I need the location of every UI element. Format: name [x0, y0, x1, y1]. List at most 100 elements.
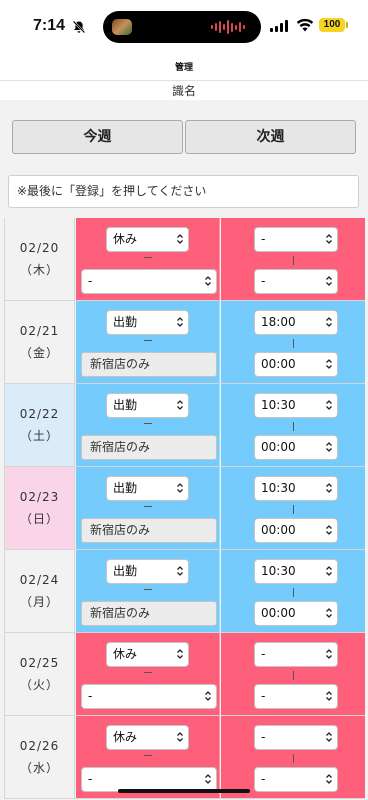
bell-muted-icon [72, 20, 86, 34]
store-value: - [88, 274, 93, 288]
start-time-value: 10:30 [261, 564, 296, 578]
status-select[interactable]: 休み [106, 642, 189, 667]
status-value: 出勤 [113, 315, 138, 329]
next-week-button[interactable]: 次週 [185, 120, 356, 154]
select-chevron-icon [326, 359, 332, 369]
time-cell: -- [221, 716, 365, 798]
end-time-value: - [261, 274, 266, 288]
date-cell: 02/21 （金） [4, 301, 75, 383]
clock: 7:14 [33, 17, 66, 34]
wifi-icon [296, 18, 314, 32]
status-select[interactable]: 出勤 [106, 476, 189, 501]
start-time-select[interactable]: - [254, 642, 338, 667]
separator-bar [293, 588, 294, 597]
select-chevron-icon [177, 234, 183, 244]
weekday-label: （日） [19, 512, 59, 526]
select-chevron-icon [205, 691, 211, 701]
end-time-value: 00:00 [261, 523, 296, 537]
select-chevron-icon [326, 525, 332, 535]
select-chevron-icon [326, 608, 332, 618]
select-chevron-icon [177, 400, 183, 410]
status-cell: 休み - [76, 218, 220, 300]
weekday-label: （月） [19, 595, 59, 609]
status-bar: 7:14 100 [0, 0, 368, 56]
end-time-value: 00:00 [261, 440, 296, 454]
select-chevron-icon [326, 276, 332, 286]
select-chevron-icon [326, 400, 332, 410]
select-chevron-icon [326, 442, 332, 452]
store-select[interactable]: - [81, 684, 217, 709]
status-select[interactable]: 出勤 [106, 310, 189, 335]
end-time-select[interactable]: 00:00 [254, 435, 338, 460]
end-time-select[interactable]: - [254, 684, 338, 709]
date-cell: 02/24 （月） [4, 550, 75, 632]
separator-bar [293, 754, 294, 763]
schedule-row: 02/22 （土） 出勤新宿店のみ 10:30 00:00 [4, 384, 365, 467]
end-time-value: 00:00 [261, 606, 296, 620]
select-chevron-icon [326, 774, 332, 784]
home-indicator [118, 789, 250, 793]
cellular-signal-icon [270, 20, 288, 32]
date-cell: 02/26 （水） [4, 716, 75, 798]
end-time-value: - [261, 772, 266, 786]
select-chevron-icon [326, 649, 332, 659]
time-cell: 10:30 00:00 [221, 384, 365, 466]
status-select[interactable]: 休み [106, 725, 189, 750]
instruction-notice: ※最後に「登録」を押してください [8, 175, 359, 208]
store-value: - [88, 772, 93, 786]
schedule-row: 02/26 （水） 休み - - - [4, 716, 365, 799]
status-value: 休み [113, 232, 138, 246]
select-chevron-icon [205, 276, 211, 286]
end-time-select[interactable]: 00:00 [254, 601, 338, 626]
status-cell: 出勤新宿店のみ [76, 301, 220, 383]
schedule-row: 02/25 （火） 休み - - - [4, 633, 365, 716]
separator-bar [293, 505, 294, 514]
dynamic-island [103, 11, 261, 43]
status-cell: 出勤 新宿店のみ [76, 467, 220, 549]
page-title: 管理 [174, 63, 193, 73]
start-time-select[interactable]: 18:00 [254, 310, 338, 335]
now-playing-artwork [112, 19, 132, 35]
end-time-select[interactable]: 00:00 [254, 518, 338, 543]
status-select[interactable]: 休み [106, 227, 189, 252]
time-cell: -- [221, 218, 365, 300]
select-chevron-icon [326, 483, 332, 493]
start-time-select[interactable]: 10:30 [254, 559, 338, 584]
separator-bar [293, 671, 294, 680]
select-chevron-icon [326, 317, 332, 327]
this-week-button[interactable]: 今週 [12, 120, 183, 154]
separator-bar [293, 422, 294, 431]
store-field: 新宿店のみ [81, 435, 217, 460]
start-time-select[interactable]: 10:30 [254, 393, 338, 418]
start-time-select[interactable]: 10:30 [254, 476, 338, 501]
end-time-value: - [261, 689, 266, 703]
select-chevron-icon [326, 691, 332, 701]
end-time-select[interactable]: - [254, 269, 338, 294]
date-label: 02/21 [19, 324, 60, 338]
separator-dash [144, 589, 152, 590]
start-time-value: - [261, 730, 266, 744]
date-label: 02/22 [19, 407, 60, 421]
start-time-select[interactable]: - [254, 227, 338, 252]
start-time-select[interactable]: - [254, 725, 338, 750]
select-chevron-icon [177, 483, 183, 493]
end-time-select[interactable]: - [254, 767, 338, 792]
date-cell: 02/25 （火） [4, 633, 75, 715]
status-select[interactable]: 出勤 [106, 559, 189, 584]
separator-bar [293, 339, 294, 348]
select-chevron-icon [177, 566, 183, 576]
select-chevron-icon [177, 649, 183, 659]
store-field: 新宿店のみ [81, 518, 217, 543]
end-time-select[interactable]: 00:00 [254, 352, 338, 377]
select-chevron-icon [205, 774, 211, 784]
weekday-label: （土） [19, 429, 59, 443]
date-cell: 02/22 （土） [4, 384, 75, 466]
store-field: 新宿店のみ [81, 352, 217, 377]
status-select[interactable]: 出勤 [106, 393, 189, 418]
store-select[interactable]: - [81, 269, 217, 294]
weekday-label: （木） [19, 263, 59, 277]
weekday-label: （火） [19, 678, 59, 692]
status-value: 出勤 [113, 398, 138, 412]
select-chevron-icon [177, 732, 183, 742]
start-time-value: - [261, 232, 266, 246]
